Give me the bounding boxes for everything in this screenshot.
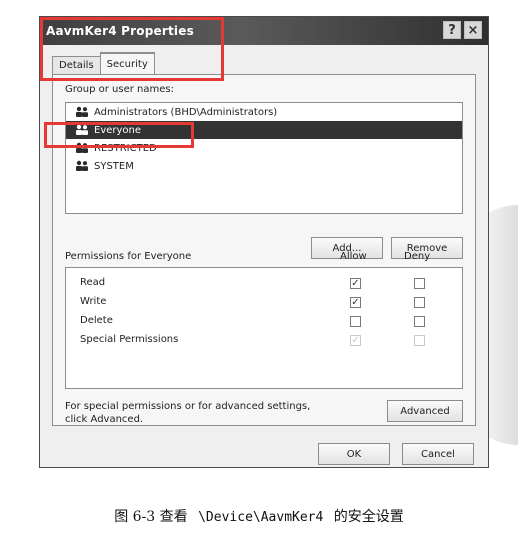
list-item[interactable]: Administrators (BHD\Administrators) — [66, 103, 462, 121]
deny-write-checkbox[interactable] — [414, 297, 425, 308]
caption-path: \Device\AavmKer4 — [198, 510, 324, 525]
deny-header: Deny — [404, 251, 431, 262]
permissions-label: Permissions for Everyone — [65, 251, 192, 262]
window-title: AavmKer4 Properties — [46, 24, 194, 38]
list-item[interactable]: RESTRICTED — [66, 139, 462, 157]
permission-name: Write — [80, 296, 107, 307]
list-item-selected[interactable]: Everyone — [66, 121, 462, 139]
security-panel: Group or user names: Administrators (BHD… — [52, 74, 476, 426]
users-icon — [74, 106, 90, 118]
user-name: RESTRICTED — [94, 142, 157, 154]
permission-name: Read — [80, 277, 106, 288]
tab-strip: Details Security — [52, 52, 155, 74]
users-icon — [74, 160, 90, 172]
deny-read-checkbox[interactable] — [414, 278, 425, 289]
allow-read-checkbox[interactable]: ✓ — [350, 278, 361, 289]
permission-name: Special Permissions — [80, 334, 179, 345]
allow-special-checkbox: ✓ — [350, 334, 361, 346]
allow-delete-checkbox[interactable] — [350, 316, 361, 327]
page: AavmKer4 Properties ? × Details Security… — [0, 0, 518, 533]
advanced-button[interactable]: Advanced — [387, 400, 463, 422]
advanced-note-line1: For special permissions or for advanced … — [65, 401, 311, 412]
close-icon[interactable]: × — [464, 21, 482, 39]
tab-security[interactable]: Security — [99, 52, 155, 74]
caption-prefix: 图 6-3 查看 — [114, 509, 188, 525]
tab-details[interactable]: Details — [52, 56, 101, 74]
ok-button[interactable]: OK — [318, 443, 390, 465]
help-icon[interactable]: ? — [443, 21, 461, 39]
allow-header: Allow — [340, 251, 367, 262]
users-icon — [74, 124, 90, 136]
permissions-table: Read Write Delete Special Permissions ✓ … — [65, 267, 463, 389]
permission-name: Delete — [80, 315, 113, 326]
title-controls: ? × — [443, 21, 482, 39]
group-label: Group or user names: — [65, 84, 174, 95]
user-name: Administrators (BHD\Administrators) — [94, 106, 278, 118]
list-item[interactable]: SYSTEM — [66, 157, 462, 175]
caption-suffix: 的安全设置 — [333, 509, 404, 525]
allow-write-checkbox[interactable]: ✓ — [350, 297, 361, 308]
figure-caption: 图 6-3 查看 \Device\AavmKer4 的安全设置 — [0, 506, 518, 526]
deny-delete-checkbox[interactable] — [414, 316, 425, 327]
advanced-note-line2: click Advanced. — [65, 414, 144, 425]
user-name: SYSTEM — [94, 160, 134, 172]
user-listbox[interactable]: Administrators (BHD\Administrators) Ever… — [65, 102, 463, 214]
users-icon — [74, 142, 90, 154]
titlebar: AavmKer4 Properties ? × — [40, 17, 488, 45]
properties-window: AavmKer4 Properties ? × Details Security… — [39, 16, 489, 468]
deny-special-checkbox — [414, 335, 425, 346]
cancel-button[interactable]: Cancel — [402, 443, 474, 465]
user-name: Everyone — [94, 124, 142, 136]
